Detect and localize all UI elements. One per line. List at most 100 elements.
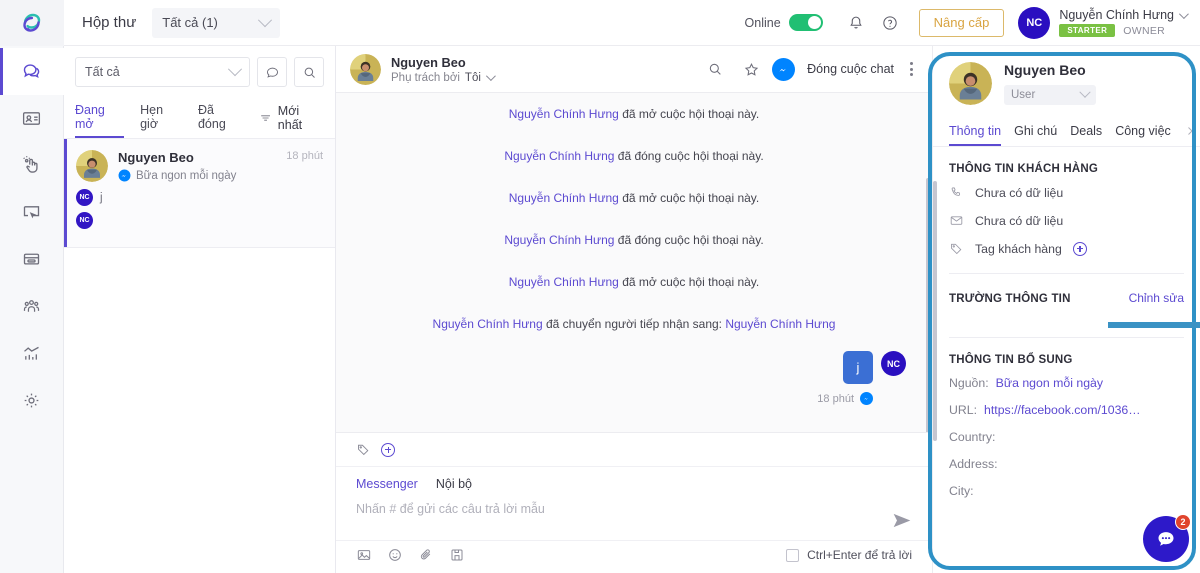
composer-tab-messenger[interactable]: Messenger [356,477,418,491]
conversation-time: 18 phút [286,150,323,162]
info-panel-body: THÔNG TIN KHÁCH HÀNG Chưa có dữ liệu Chư… [933,147,1200,573]
sidebar-item-settings[interactable] [0,377,64,424]
tab-thong-tin[interactable]: Thông tin [949,119,1002,146]
user-role-label: OWNER [1123,24,1166,37]
conversation-tabs: Đang mở Hẹn giờ Đã đóng Mới nhất [64,95,335,138]
chat-messages-scroll[interactable]: Nguyễn Chính Hưng đã mở cuộc hội thoại n… [336,93,932,432]
ctrl-enter-checkbox[interactable] [786,548,800,562]
tab-cong-viec[interactable]: Công việc [1115,119,1171,146]
customer-role-value: User [1011,89,1036,101]
extra-field-row: Country: [933,430,1200,457]
mailbox-filter-select[interactable]: Tất cả (1) [152,7,281,38]
extra-field-label: URL: [949,403,978,417]
message-bubble[interactable]: j [843,351,873,384]
sort-label: Mới nhất [277,103,303,132]
transfer-text: đã chuyển người tiếp nhận sang: [542,317,726,331]
avatar-photo-icon [76,150,108,182]
chevron-down-icon [485,71,496,82]
online-status[interactable]: Online [745,14,823,31]
sort-control[interactable]: Mới nhất [259,104,324,132]
sidebar-item-pages[interactable] [0,236,64,283]
online-toggle[interactable] [788,14,823,31]
tag-icon[interactable] [356,442,371,457]
sidebar-item-campaigns[interactable] [0,189,64,236]
messenger-icon [779,68,787,71]
list-item[interactable]: Nguyen Beo Bữa ngon mỗi ngày 18 phút NC … [64,139,335,248]
search-in-chat-button[interactable] [700,54,730,84]
info-panel-scrollbar[interactable] [933,181,937,441]
online-label: Online [744,15,781,30]
avatar-photo-icon [350,53,381,85]
user-menu[interactable]: Nguyễn Chính Hưng STARTER OWNER [1059,8,1189,37]
tab-hen-gio[interactable]: Hẹn giờ [140,97,182,138]
upgrade-button[interactable]: Nâng cấp [918,8,1005,37]
favorite-button[interactable] [736,54,766,84]
page-title: Hộp thư [82,14,137,31]
conversation-filter-select[interactable]: Tất cả [75,57,250,87]
chat-scrollbar[interactable] [926,178,930,432]
sidebar-item-automation[interactable] [0,142,64,189]
tab-dang-mo[interactable]: Đang mở [75,97,125,138]
chat-assignee-label: Phụ trách bởi [391,71,460,84]
chat-bubble-dots-icon [1158,532,1174,546]
conversation-items: Nguyen Beo Bữa ngon mỗi ngày 18 phút NC … [64,138,335,573]
image-icon[interactable] [356,547,372,563]
more-vertical-icon [909,62,913,65]
extra-field-label: Country: [949,430,996,444]
composer-tag-row [336,433,932,467]
extra-field-value[interactable]: https://facebook.com/1036… [984,403,1141,417]
saved-reply-icon[interactable] [449,547,465,563]
customer-tag-row[interactable]: Tag khách hàng [933,241,1200,269]
search-conversations-button[interactable] [294,57,324,87]
more-options-button[interactable] [902,62,920,76]
message-timestamp-row: 18 phút [336,384,932,405]
sidebar-item-team[interactable] [0,283,64,330]
transfer-actor: Nguyễn Chính Hưng [432,317,543,331]
contact-card-icon [22,112,41,125]
analytics-chart-icon [24,346,39,360]
message-time: 18 phút [817,392,854,405]
composer-shortcut[interactable]: Ctrl+Enter để trả lời [786,548,912,562]
extra-field-value[interactable]: Bữa ngon mỗi ngày [996,376,1103,390]
composer-footer-row: Ctrl+Enter để trả lời [336,540,932,573]
fields-section-header: TRƯỜNG THÔNG TIN Chỉnh sửa [933,274,1200,315]
customer-email-row[interactable]: Chưa có dữ liệu [933,213,1200,241]
support-chat-widget-button[interactable]: 2 [1143,514,1191,562]
avatar[interactable]: NC [1018,6,1051,39]
add-customer-tag-button[interactable] [1072,241,1087,256]
sidebar-item-contacts[interactable] [0,95,64,142]
composer-tab-internal[interactable]: Nội bộ [436,477,472,491]
transfer-target[interactable]: Nguyễn Chính Hưng [725,317,835,331]
customer-role-select[interactable]: User [1004,85,1096,105]
message-input[interactable]: Nhấn # để gửi các câu trả lời mẫu [356,500,892,540]
emoji-icon[interactable] [387,547,403,563]
avatar [76,150,108,182]
chevron-down-icon [1178,8,1189,19]
notifications-button[interactable] [841,8,871,38]
send-button[interactable] [892,512,912,529]
paperclip-icon[interactable] [418,547,434,563]
system-message-actor: Nguyễn Chính Hưng [508,107,619,121]
chat-filter-button[interactable] [257,57,287,87]
app-logo[interactable] [0,0,64,46]
messenger-channel-button[interactable] [772,57,796,81]
composer-channel-tabs: Messenger Nội bộ [336,467,932,491]
sidebar-item-reports[interactable] [0,330,64,377]
add-tag-button[interactable] [381,442,395,457]
next-tabs-button[interactable] [1184,124,1196,142]
customer-phone-row[interactable]: Chưa có dữ liệu [933,185,1200,213]
more-vertical-icon [909,73,913,76]
user-name-row: Nguyễn Chính Hưng [1059,8,1189,22]
close-chat-button[interactable]: Đóng cuộc chat [807,62,894,76]
tab-ghi-chu[interactable]: Ghi chú [1014,119,1057,146]
chat-assignee[interactable]: Phụ trách bởi Tôi [391,71,496,84]
edit-fields-link[interactable]: Chỉnh sửa [1129,291,1184,305]
extra-field-label: Address: [949,457,998,471]
sidebar-item-inbox[interactable] [0,48,64,95]
help-button[interactable] [875,8,905,38]
system-message-actor: Nguyễn Chính Hưng [508,275,619,289]
tab-da-dong[interactable]: Đã đóng [198,97,243,138]
conversation-top-row: Nguyen Beo Bữa ngon mỗi ngày 18 phút [76,150,323,182]
tab-deals[interactable]: Deals [1070,119,1102,146]
chat-header-actions: Đóng cuộc chat [700,54,920,84]
